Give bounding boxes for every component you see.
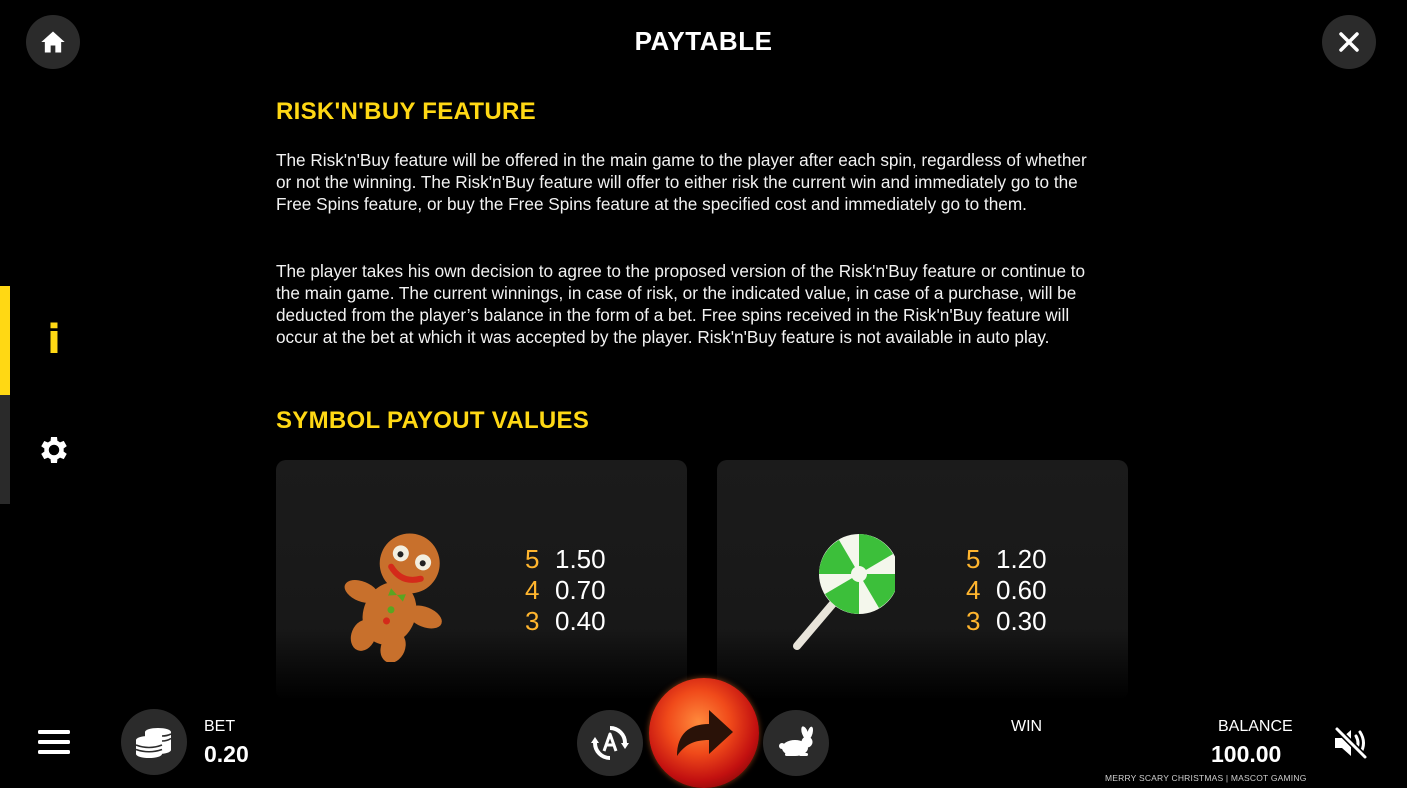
bet-label: BET: [204, 718, 236, 735]
autoplay-button[interactable]: [577, 710, 643, 776]
symbol-count: 4: [966, 575, 981, 605]
sound-muted-icon: [1334, 726, 1368, 760]
payout-row: 4 0.60: [966, 575, 1047, 606]
coins-icon: [135, 728, 172, 758]
side-nav-active-indicator: [0, 286, 10, 395]
autoplay-icon: [591, 726, 629, 760]
symbol-count: 3: [966, 606, 981, 636]
risk-n-buy-paragraph-1: The Risk'n'Buy feature will be offered i…: [276, 150, 1087, 214]
risk-n-buy-paragraph-2: The player takes his own decision to agr…: [276, 261, 1086, 347]
payout-card-lollipop: 5 1.20 4 0.60 3 0.30: [717, 460, 1128, 700]
close-button[interactable]: [1322, 15, 1376, 69]
payout-row: 3 0.40: [525, 606, 606, 637]
payout-value: 0.30: [996, 606, 1047, 636]
tab-settings[interactable]: [30, 426, 78, 474]
symbol-payout-heading: SYMBOL PAYOUT VALUES: [276, 407, 590, 434]
symbol-count: 3: [525, 606, 540, 636]
payout-row: 4 0.70: [525, 575, 606, 606]
win-label: WIN: [1011, 718, 1043, 735]
tab-info[interactable]: i: [30, 316, 78, 364]
spin-arrow-icon: [677, 710, 733, 756]
turbo-button[interactable]: [763, 710, 829, 776]
page-title: PAYTABLE: [634, 26, 773, 56]
balance-label: BALANCE: [1218, 718, 1293, 735]
symbol-count: 4: [525, 575, 540, 605]
gingerbread-man-icon: [344, 533, 442, 662]
risk-n-buy-heading: RISK'N'BUY FEATURE: [276, 98, 536, 125]
payout-row: 5 1.50: [525, 544, 606, 575]
close-icon: [1339, 32, 1359, 52]
symbol-count: 5: [966, 544, 981, 574]
payout-card-gingerbread: 5 1.50 4 0.70 3 0.40: [276, 460, 687, 700]
rabbit-icon: [779, 726, 814, 756]
symbol-count: 5: [525, 544, 540, 574]
gear-icon: [41, 436, 67, 464]
payout-list: 5 1.50 4 0.70 3 0.40: [525, 544, 606, 637]
payout-row: 3 0.30: [966, 606, 1047, 637]
payout-value: 0.40: [555, 606, 606, 636]
payout-list: 5 1.20 4 0.60 3 0.30: [966, 544, 1047, 637]
info-icon: i: [47, 317, 61, 363]
payout-row: 5 1.20: [966, 544, 1047, 575]
balance-value: 100.00: [1211, 741, 1282, 767]
menu-icon: [38, 730, 70, 754]
payout-value: 0.60: [996, 575, 1047, 605]
lollipop-icon: [793, 534, 895, 650]
payout-value: 1.20: [996, 544, 1047, 574]
menu-button[interactable]: [34, 722, 74, 762]
payout-value: 0.70: [555, 575, 606, 605]
bet-button[interactable]: [121, 709, 187, 775]
sound-toggle-button[interactable]: [1328, 722, 1374, 764]
game-provider-footer: MERRY SCARY CHRISTMAS | MASCOT GAMING: [1105, 773, 1307, 783]
payout-value: 1.50: [555, 544, 606, 574]
bet-value: 0.20: [204, 741, 249, 767]
spin-button[interactable]: [649, 678, 759, 788]
